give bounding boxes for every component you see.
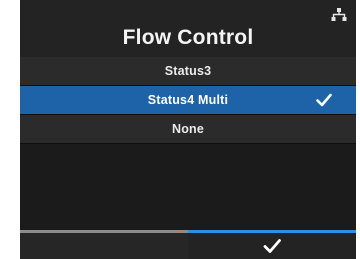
list-empty-area (20, 144, 356, 230)
option-status4-multi[interactable]: Status4 Multi (20, 86, 356, 115)
printer-lcd-screen: Flow Control Status3 Status4 Multi None (0, 0, 360, 259)
option-label: None (171, 122, 205, 136)
checkmark-icon (263, 239, 281, 253)
checkmark-icon (316, 93, 332, 107)
bezel-left (0, 0, 20, 259)
confirm-button[interactable] (188, 230, 356, 259)
option-status3[interactable]: Status3 (20, 57, 356, 86)
option-none[interactable]: None (20, 115, 356, 144)
network-icon (331, 8, 347, 21)
header: Flow Control (20, 0, 356, 57)
option-label: Status4 Multi (147, 93, 229, 107)
page-title: Flow Control (122, 26, 254, 49)
bezel-right (356, 0, 360, 259)
footer-left-button[interactable] (20, 230, 188, 259)
option-label: Status3 (164, 64, 212, 78)
